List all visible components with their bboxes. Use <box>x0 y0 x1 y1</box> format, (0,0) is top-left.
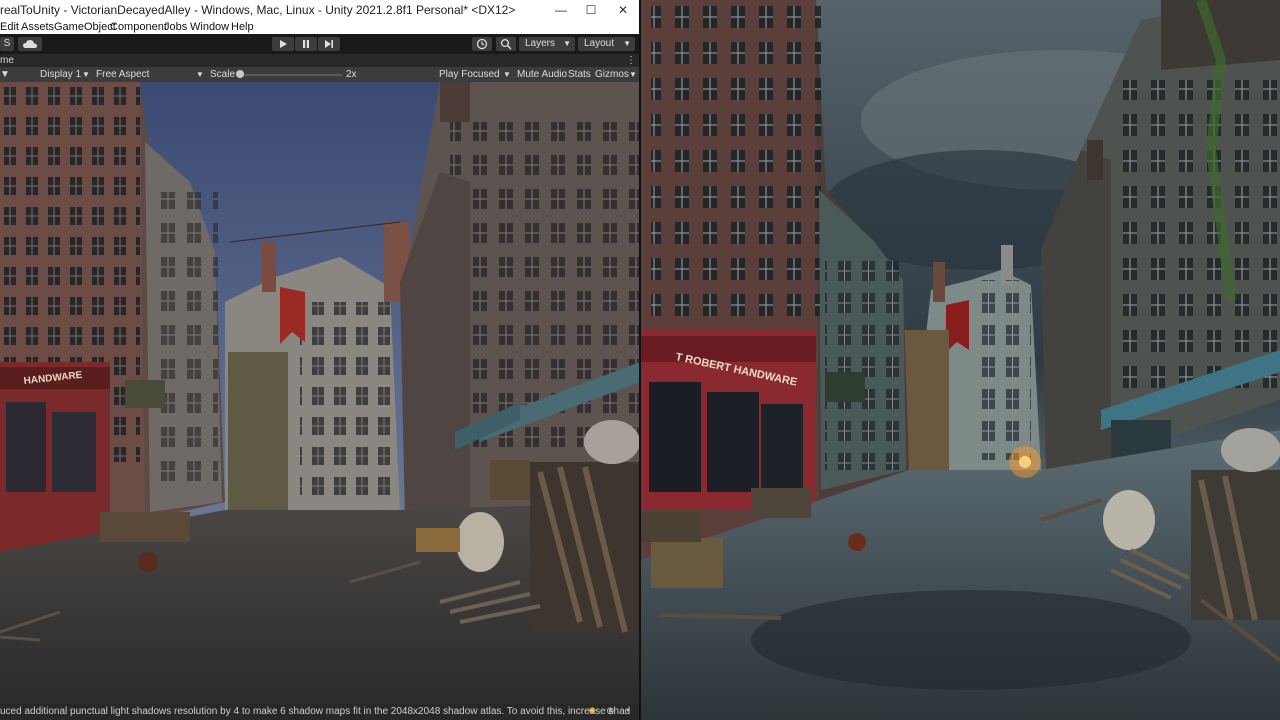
maximize-icon[interactable]: ☐ <box>576 0 606 20</box>
layout-label: Layout <box>584 38 615 49</box>
scale-slider-handle[interactable] <box>236 70 244 78</box>
menu-gameobject[interactable]: GameObject <box>54 20 116 34</box>
play-focused-dropdown[interactable]: Play Focused <box>439 67 500 82</box>
cloud-icon <box>23 40 37 48</box>
search-icon <box>500 38 512 50</box>
kebab-menu-icon[interactable]: ⋮ <box>626 54 636 67</box>
chevron-down-icon: ▼ <box>623 39 631 48</box>
display-dropdown[interactable]: Display 1 <box>40 67 81 82</box>
console-message: uced additional punctual light shadows r… <box>0 706 631 717</box>
chevron-down-icon: ▼ <box>82 70 90 79</box>
bug-icon[interactable]: ✹ <box>588 704 596 720</box>
history-button[interactable] <box>472 37 492 51</box>
window-title: realToUnity - VictorianDecayedAlley - Wi… <box>0 3 516 17</box>
game-view-toolbar: ▼ Display 1 ▼ Free Aspect ▼ Scale 2x Pla… <box>0 67 640 82</box>
menu-window[interactable]: Window <box>190 20 229 34</box>
close-icon[interactable]: ✕ <box>608 0 638 20</box>
layout-dropdown[interactable]: Layout ▼ <box>578 37 635 51</box>
console-status-bar[interactable]: uced additional punctual light shadows r… <box>0 704 640 720</box>
menu-bar: Edit Assets GameObject Component Jobs Wi… <box>0 20 640 34</box>
scale-value: 2x <box>346 69 357 80</box>
menu-assets[interactable]: Assets <box>21 20 54 34</box>
game-viewport[interactable]: HANDWARE <box>0 82 640 704</box>
menu-edit[interactable]: Edit <box>0 20 19 34</box>
tab-game[interactable]: me <box>0 54 14 67</box>
scale-label: Scale <box>210 69 236 80</box>
step-icon <box>325 40 333 48</box>
game-mode-dropdown[interactable]: ▼ <box>0 67 34 82</box>
scale-slider-track[interactable] <box>238 74 342 76</box>
menu-help[interactable]: Help <box>231 20 254 34</box>
chevron-down-icon: ▼ <box>503 70 511 79</box>
title-bar[interactable]: realToUnity - VictorianDecayedAlley - Wi… <box>0 0 640 20</box>
history-icon <box>476 38 488 50</box>
unity-editor-window: realToUnity - VictorianDecayedAlley - Wi… <box>0 0 640 720</box>
progress-icon[interactable]: ◔ <box>624 704 630 720</box>
unreal-alley-render: T ROBERT HANDWARE <box>641 0 1280 720</box>
play-icon <box>280 40 287 48</box>
unity-alley-render: HANDWARE <box>0 82 640 704</box>
account-label: S <box>3 38 11 49</box>
account-dropdown[interactable]: S <box>0 37 14 51</box>
network-icon[interactable]: ⊚ <box>606 704 614 720</box>
chevron-down-icon: ▼ <box>563 39 571 48</box>
menu-component[interactable]: Component <box>110 20 167 34</box>
minimize-icon[interactable]: — <box>546 0 576 20</box>
stats-toggle[interactable]: Stats <box>568 67 591 82</box>
cloud-button[interactable] <box>18 37 42 51</box>
unreal-render-panel: T ROBERT HANDWARE <box>641 0 1280 720</box>
menu-jobs[interactable]: Jobs <box>164 20 187 34</box>
gizmos-toggle[interactable]: Gizmos <box>595 67 629 82</box>
chevron-down-icon: ▼ <box>196 70 204 79</box>
chevron-down-icon: ▼ <box>629 70 637 79</box>
play-button[interactable] <box>272 37 294 51</box>
aspect-dropdown[interactable]: Free Aspect <box>96 67 149 82</box>
main-toolbar: S Layers ▼ Layout ▼ <box>0 34 640 54</box>
layers-dropdown[interactable]: Layers ▼ <box>519 37 575 51</box>
step-button[interactable] <box>318 37 340 51</box>
search-button[interactable] <box>496 37 516 51</box>
game-tab-row: me ⋮ <box>0 54 640 67</box>
pause-icon <box>303 40 309 48</box>
layers-label: Layers <box>525 38 556 49</box>
mute-audio-toggle[interactable]: Mute Audio <box>517 67 567 82</box>
pause-button[interactable] <box>295 37 317 51</box>
